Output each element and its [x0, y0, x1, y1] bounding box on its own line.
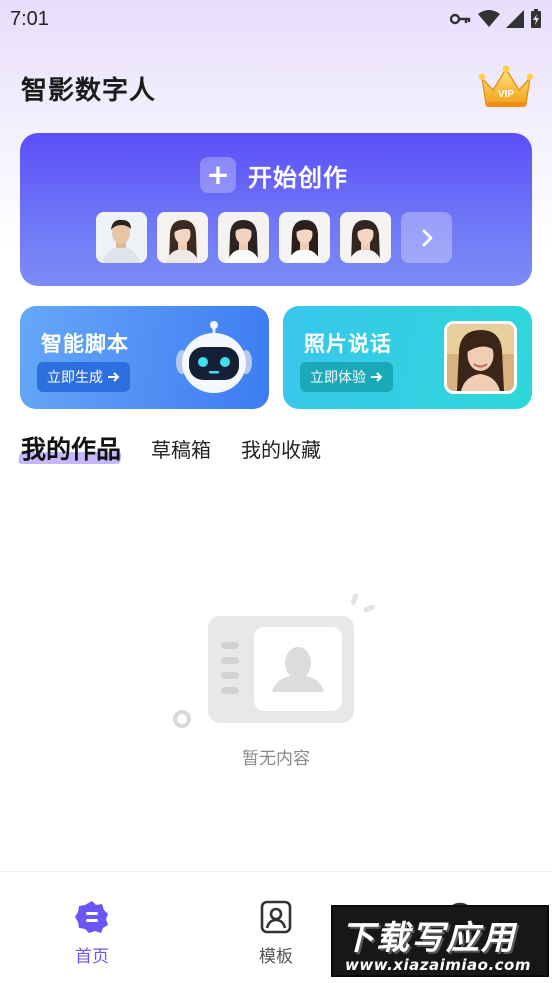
- tab-drafts[interactable]: 草稿箱: [151, 434, 211, 463]
- watermark: 下载写应用 www.xiazaimiao.com: [331, 905, 549, 977]
- tab-my-works[interactable]: 我的作品: [18, 430, 122, 466]
- avatar-male-1[interactable]: [96, 212, 147, 263]
- status-time: 7:01: [10, 8, 49, 30]
- start-creation-label: 开始创作: [248, 163, 348, 192]
- avatar-list: [96, 212, 452, 263]
- smart-script-title: 智能脚本: [41, 332, 129, 356]
- photo-talk-title: 照片说话: [304, 332, 392, 356]
- robot-icon: [176, 321, 252, 393]
- generate-now-button[interactable]: 立即生成: [37, 362, 130, 392]
- watermark-title: 下载写应用: [341, 918, 516, 957]
- wifi-icon: [478, 10, 500, 27]
- try-now-button[interactable]: 立即体验: [300, 362, 393, 392]
- arrow-right-icon: [108, 372, 120, 382]
- start-creation-row[interactable]: + 开始创作: [200, 157, 348, 193]
- avatar-female-4[interactable]: [340, 212, 391, 263]
- nav-template[interactable]: 模板: [236, 900, 316, 967]
- nav-template-label: 模板: [259, 947, 293, 967]
- nav-home-label: 首页: [75, 947, 109, 967]
- vip-crown-button[interactable]: VIP: [478, 64, 534, 110]
- app-title: 智影数字人: [21, 76, 157, 106]
- empty-state-text: 暂无内容: [242, 749, 310, 769]
- status-bar: 7:01: [0, 0, 552, 38]
- tab-my-works-label: 我的作品: [21, 435, 122, 464]
- tab-favorites[interactable]: 我的收藏: [241, 434, 321, 463]
- avatar-female-1[interactable]: [157, 212, 208, 263]
- template-icon: [260, 900, 292, 934]
- home-icon: [75, 901, 108, 933]
- vip-label: VIP: [498, 89, 514, 100]
- plus-icon: +: [200, 157, 236, 193]
- watermark-url: www.xiazaimiao.com: [345, 956, 531, 974]
- photo-talk-card[interactable]: 照片说话 立即体验: [283, 306, 532, 409]
- try-now-label: 立即体验: [310, 370, 366, 386]
- vpn-key-icon: [450, 13, 471, 25]
- smart-script-card[interactable]: 智能脚本 立即生成: [20, 306, 269, 409]
- nav-home[interactable]: 首页: [52, 900, 132, 967]
- battery-icon: [531, 9, 541, 28]
- more-avatars-button[interactable]: [401, 212, 452, 263]
- avatar-female-2[interactable]: [218, 212, 269, 263]
- empty-state-illustration: [173, 593, 375, 728]
- start-creation-banner[interactable]: + 开始创作: [20, 133, 532, 286]
- generate-now-label: 立即生成: [47, 370, 103, 386]
- arrow-right-icon: [371, 372, 383, 382]
- status-icons: [450, 9, 542, 29]
- signal-icon: [506, 10, 524, 28]
- crown-icon: VIP: [478, 65, 534, 107]
- portrait-photo: [444, 321, 517, 394]
- works-tabs: 我的作品 草稿箱 我的收藏: [18, 428, 351, 468]
- chevron-right-icon: [422, 229, 432, 246]
- avatar-female-3[interactable]: [279, 212, 330, 263]
